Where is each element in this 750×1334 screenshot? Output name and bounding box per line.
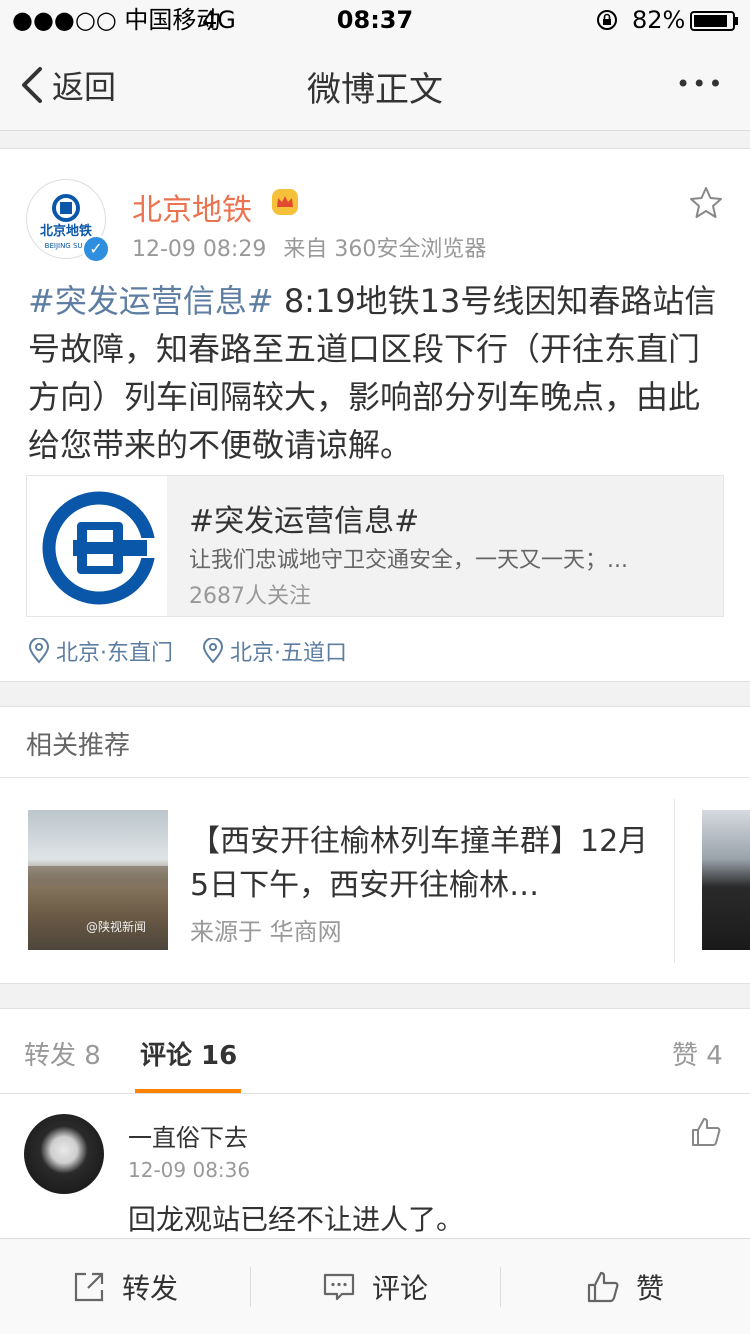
location-label-1: 北京·东直门 <box>56 641 173 666</box>
tab-repost[interactable]: 转发 8 <box>24 1035 101 1072</box>
post-meta: 12-09 08:29 来自 360安全浏览器 <box>132 231 486 263</box>
related-thumbnail: @陕视新闻 <box>28 810 168 950</box>
tab-comment[interactable]: 评论 16 <box>140 1035 237 1072</box>
share-icon <box>74 1272 104 1302</box>
topic-desc: 让我们忠诚地守卫交通安全，一天又一天；... <box>189 548 628 573</box>
commenter-avatar[interactable] <box>24 1114 104 1194</box>
location-pin-icon <box>28 638 50 664</box>
avatar-text-cn: 北京地铁 <box>40 223 92 239</box>
related-item[interactable]: @陕视新闻 【西安开往榆林列车撞羊群】12月5日下午，西安开往榆林… 来源于 华… <box>0 778 676 983</box>
page-title: 微博正文 <box>307 70 443 110</box>
comment-text: 回龙观站已经不让进人了。 <box>128 1203 465 1236</box>
related-thumbnail-2[interactable] <box>702 810 750 950</box>
comment-icon <box>323 1273 355 1301</box>
topic-logo <box>27 476 167 616</box>
topic-link[interactable]: #突发运营信息# <box>28 282 274 320</box>
repost-label: 转发 <box>121 1272 178 1305</box>
interaction-tabs: 转发 8 评论 16 赞 4 <box>0 1008 750 1094</box>
thumbs-up-icon[interactable] <box>690 1116 722 1152</box>
post-time: 12-09 08:29 <box>132 237 267 262</box>
active-tab-indicator <box>135 1089 241 1093</box>
comment-label: 评论 <box>371 1272 428 1305</box>
location-label-2: 北京·五道口 <box>230 641 347 666</box>
divider <box>674 799 675 963</box>
location-tag-1[interactable]: 北京·东直门 <box>28 635 173 667</box>
location-pin-icon <box>202 638 224 664</box>
crown-icon <box>270 187 300 221</box>
comment-button[interactable]: 评论 <box>250 1239 500 1334</box>
comment-time: 12-09 08:36 <box>128 1158 251 1182</box>
location-tag-2[interactable]: 北京·五道口 <box>202 635 347 667</box>
bottom-toolbar: 转发 评论 赞 <box>0 1238 750 1334</box>
related-section: 相关推荐 @陕视新闻 【西安开往榆林列车撞羊群】12月5日下午，西安开往榆林… … <box>0 706 750 984</box>
post-source: 来自 360安全浏览器 <box>283 237 487 262</box>
like-label: 赞 <box>635 1272 664 1305</box>
battery-percent: 82% <box>632 6 686 34</box>
battery-icon <box>690 11 740 35</box>
comment-item: 一直俗下去 12-09 08:36 回龙观站已经不让进人了。 <box>0 1094 750 1238</box>
post-card: 北京地铁 BEIJING SUB ✓ 北京地铁 12-09 08:29 来自 3… <box>0 148 750 682</box>
like-button[interactable]: 赞 <box>500 1239 750 1334</box>
more-button[interactable]: ••• <box>676 70 724 98</box>
subway-logo-icon <box>42 491 159 605</box>
post-text: #突发运营信息# 8:19地铁13号线因知春路站信号故障，知春路至五道口区段下行… <box>28 277 722 469</box>
commenter-name[interactable]: 一直俗下去 <box>128 1118 248 1153</box>
favorite-star-icon[interactable] <box>688 185 724 225</box>
thumbs-up-icon <box>587 1271 619 1303</box>
related-source: 来源于 华商网 <box>190 918 342 946</box>
verified-badge-icon: ✓ <box>82 235 110 263</box>
related-text: 【西安开往榆林列车撞羊群】12月5日下午，西安开往榆林… <box>190 824 649 903</box>
tab-like[interactable]: 赞 4 <box>672 1035 723 1072</box>
topic-card[interactable]: #突发运营信息# 让我们忠诚地守卫交通安全，一天又一天；... 2687人关注 <box>26 475 724 617</box>
topic-followers: 2687人关注 <box>189 584 311 609</box>
thumbnail-watermark: @陕视新闻 <box>86 920 147 934</box>
topic-title: #突发运营信息# <box>189 504 420 539</box>
related-label: 相关推荐 <box>26 731 131 761</box>
author-name[interactable]: 北京地铁 <box>132 185 252 229</box>
rotation-lock-icon <box>596 9 618 35</box>
status-bar: ●●●○○ 中国移动 4G 08:37 82% <box>0 0 750 40</box>
nav-bar: 返回 微博正文 ••• <box>0 40 750 131</box>
repost-button[interactable]: 转发 <box>0 1239 250 1334</box>
